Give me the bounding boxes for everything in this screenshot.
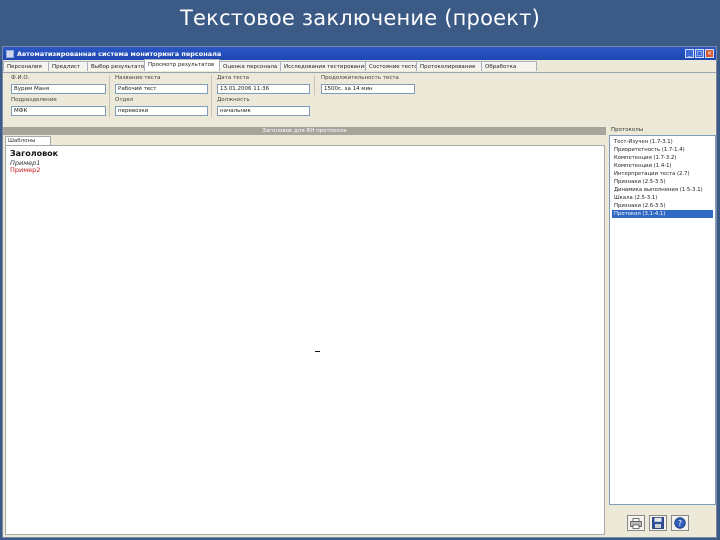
printer-icon xyxy=(630,517,642,529)
field-divider xyxy=(211,75,212,117)
tab-test-research[interactable]: Исследования тестирования xyxy=(280,61,366,71)
department-field[interactable]: перевозки xyxy=(115,106,208,116)
protocol-item[interactable]: Признаки (2.5-3.5) xyxy=(612,178,713,186)
text-editor[interactable]: Заголовок Пример1 Пример2 xyxy=(5,145,605,535)
protocol-item[interactable]: Компетенция (1.7-3.2) xyxy=(612,154,713,162)
test-date-label: Дата теста xyxy=(217,75,250,81)
test-name-field[interactable]: Рабочий тест xyxy=(115,84,208,94)
protocol-item[interactable]: Динамика выполнения (1.5-3.1) xyxy=(612,186,713,194)
position-field[interactable]: начальник xyxy=(217,106,310,116)
position-label: Должность xyxy=(217,97,250,103)
department-label: Отдел xyxy=(115,97,134,103)
print-button[interactable] xyxy=(627,515,645,531)
fio-field[interactable]: Вурим Маня xyxy=(11,84,106,94)
window-controls: _ □ × xyxy=(685,49,714,58)
floppy-disk-icon xyxy=(652,517,664,529)
tab-predlist[interactable]: Предлист xyxy=(48,61,88,71)
subdivision-field[interactable]: МФК xyxy=(11,106,106,116)
protocol-item[interactable]: Интерпретации теста (2.7) xyxy=(612,170,713,178)
text-cursor xyxy=(315,351,320,352)
field-divider xyxy=(314,75,315,95)
field-divider xyxy=(109,75,110,117)
minimize-button[interactable]: _ xyxy=(685,49,694,58)
fio-label: Ф.И.О. xyxy=(11,75,30,81)
title-bar[interactable]: Автоматизированная система мониторинга п… xyxy=(3,47,716,60)
subdivision-label: Подразделение xyxy=(11,97,57,103)
protocols-panel: Протоколы Тест-Изучен (1.7-3.1) Приорите… xyxy=(609,127,716,517)
tab-view-results[interactable]: Просмотр результатов xyxy=(144,59,220,71)
editor-heading: Заголовок xyxy=(10,149,59,158)
tab-bar: Персоналия Предлист Выбор результатов Пр… xyxy=(3,59,716,73)
editor-example-2: Пример2 xyxy=(10,166,41,174)
window-title: Автоматизированная система мониторинга п… xyxy=(17,49,222,58)
protocol-item[interactable]: Шкала (2.5-3.1) xyxy=(612,194,713,202)
slide-title: Текстовое заключение (проект) xyxy=(180,6,540,30)
protocols-list[interactable]: Тест-Изучен (1.7-3.1) Приоритетность (1.… xyxy=(609,135,716,505)
protocol-item[interactable]: Признаки (2.6-3.5) xyxy=(612,202,713,210)
action-toolbar: ? xyxy=(627,515,689,531)
protocol-item[interactable]: Компетенции (1.4-1) xyxy=(612,162,713,170)
tab-personalia[interactable]: Персоналия xyxy=(3,61,49,71)
help-button[interactable]: ? xyxy=(671,515,689,531)
protocol-item-selected[interactable]: Протокол (3.1-4.1) xyxy=(612,210,713,218)
svg-text:?: ? xyxy=(678,519,682,528)
tab-personnel-assessment[interactable]: Оценка персонала xyxy=(219,61,281,71)
app-window: Автоматизированная система мониторинга п… xyxy=(2,46,717,538)
tab-select-results[interactable]: Выбор результатов xyxy=(87,61,145,71)
save-button[interactable] xyxy=(649,515,667,531)
help-icon: ? xyxy=(674,517,686,529)
section-header: Заголовок для RH протокола xyxy=(3,127,606,135)
app-icon xyxy=(6,49,14,58)
tab-templates[interactable]: Шаблоны xyxy=(5,136,51,145)
protocols-label: Протоколы xyxy=(611,127,644,133)
duration-label: Продолжительность теста xyxy=(321,75,399,81)
tab-processing[interactable]: Обработка xyxy=(481,61,537,71)
close-button[interactable]: × xyxy=(705,49,714,58)
maximize-button[interactable]: □ xyxy=(695,49,704,58)
test-date-field[interactable]: 13.01.2006 11:36 xyxy=(217,84,310,94)
tab-logging[interactable]: Протоколирование xyxy=(416,61,482,71)
protocol-item[interactable]: Тест-Изучен (1.7-3.1) xyxy=(612,138,713,146)
test-name-label: Название теста xyxy=(115,75,161,81)
protocol-item[interactable]: Приоритетность (1.7-1.4) xyxy=(612,146,713,154)
duration-field[interactable]: 1500с. за 14 мин xyxy=(321,84,415,94)
tab-test-state[interactable]: Состояние тестов xyxy=(365,61,417,71)
